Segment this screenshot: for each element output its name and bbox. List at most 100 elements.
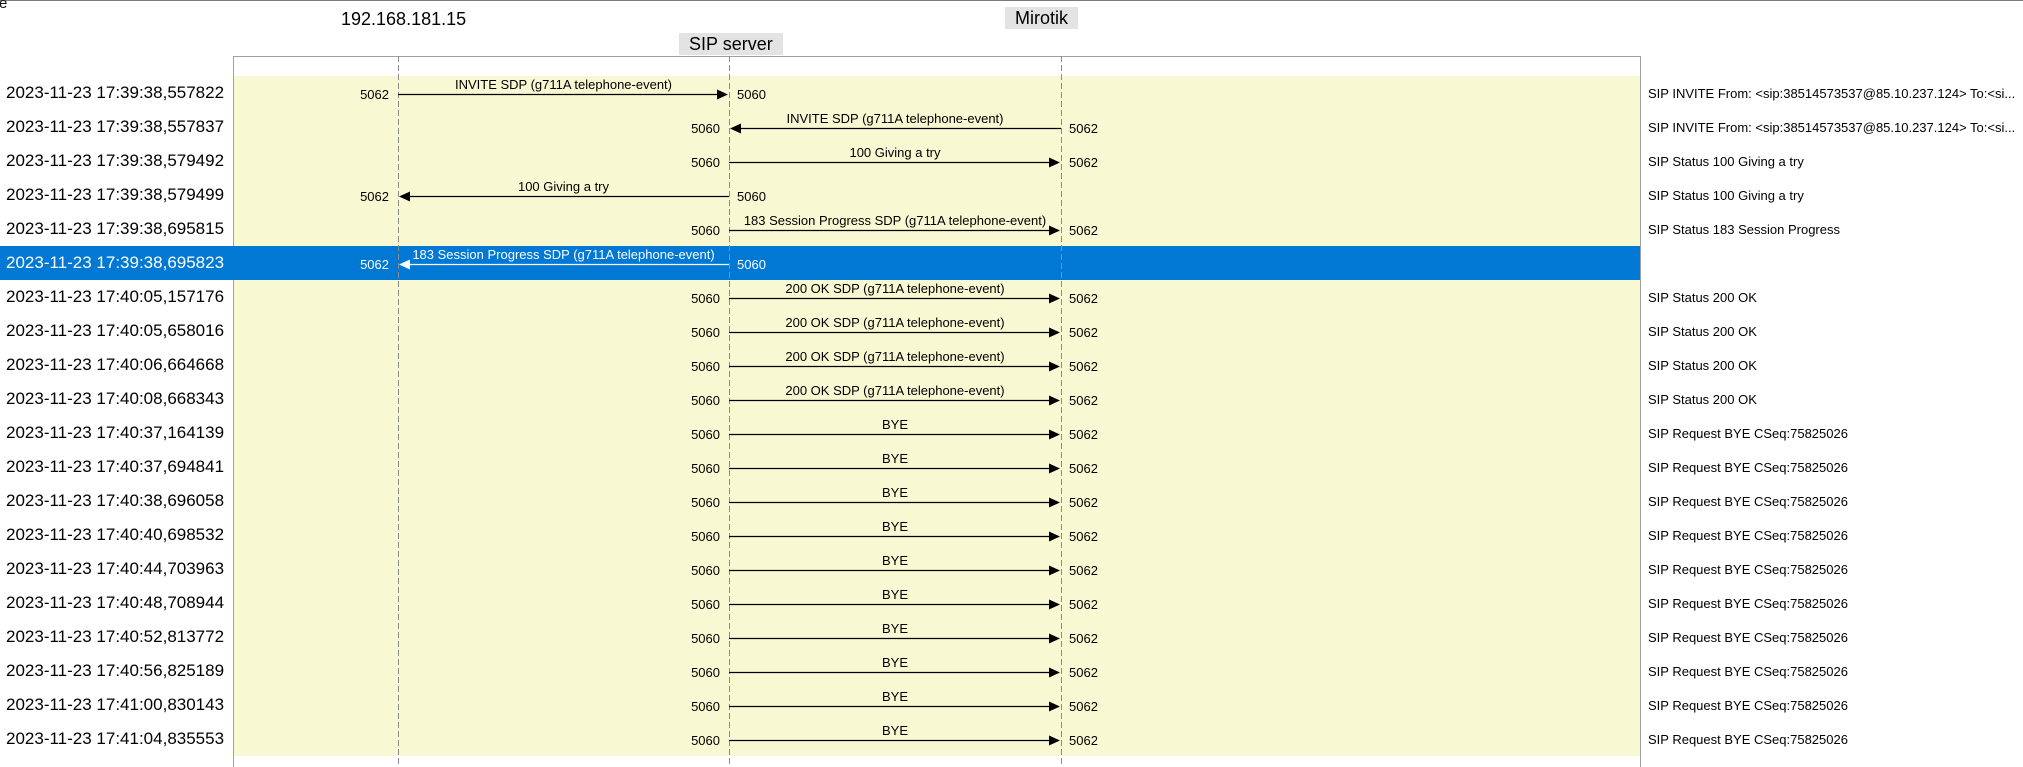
flow-source-port: 5060 [691, 325, 720, 340]
flow-comment: SIP INVITE From: <sip:38514573537@85.10.… [1648, 120, 2015, 135]
flow-destination-port: 5062 [1069, 529, 1098, 544]
flow-message-label: INVITE SDP (g711A telephone-event) [786, 111, 1003, 126]
flow-time: 2023-11-23 17:39:38,579499 [6, 185, 224, 204]
flow-time: 2023-11-23 17:40:37,164139 [6, 423, 224, 442]
flow-diagram[interactable]: 2023-11-23 17:39:38,557822 INVITE SDP (g7… [0, 0, 2023, 767]
flow-destination-port: 5062 [1069, 359, 1098, 374]
flow-sequence-window: e 192.168.181.15 SIP server Mirotik 2023… [0, 0, 2023, 767]
flow-comment: SIP Request BYE CSeq:75825026 [1648, 562, 1848, 577]
flow-destination-port: 5062 [1069, 495, 1098, 510]
flow-destination-port: 5060 [737, 87, 766, 102]
flow-time: 2023-11-23 17:39:38,557822 [6, 83, 224, 102]
flow-comment: SIP Status 183 Session Progress [1648, 222, 1840, 237]
flow-message-label: 183 Session Progress SDP (g711A telephon… [412, 247, 714, 262]
flow-time: 2023-11-23 17:40:06,664668 [6, 355, 224, 374]
flow-source-port: 5062 [1069, 121, 1098, 136]
flow-comment: SIP Status 200 OK [1648, 392, 1757, 407]
flow-time: 2023-11-23 17:39:38,695815 [6, 219, 224, 238]
flow-destination-port: 5062 [1069, 563, 1098, 578]
flow-destination-port: 5062 [1069, 665, 1098, 680]
selected-row-highlight [0, 246, 1640, 280]
flow-time: 2023-11-23 17:41:00,830143 [6, 695, 224, 714]
flow-message-label: BYE [882, 485, 908, 500]
row-backgrounds [0, 76, 1640, 756]
flow-time: 2023-11-23 17:39:38,579492 [6, 151, 224, 170]
flow-message-label: BYE [882, 553, 908, 568]
flow-source-port: 5060 [691, 393, 720, 408]
flow-time: 2023-11-23 17:41:04,835553 [6, 729, 224, 748]
flow-comment: SIP Request BYE CSeq:75825026 [1648, 732, 1848, 747]
flow-time: 2023-11-23 17:40:37,694841 [6, 457, 224, 476]
flow-source-port: 5060 [691, 563, 720, 578]
flow-message-label: 200 OK SDP (g711A telephone-event) [785, 315, 1004, 330]
flow-message-label: 100 Giving a try [518, 179, 610, 194]
flow-comment: SIP Request BYE CSeq:75825026 [1648, 664, 1848, 679]
flow-source-port: 5060 [691, 461, 720, 476]
flow-message-label: BYE [882, 621, 908, 636]
flow-source-port: 5060 [691, 223, 720, 238]
flow-source-port: 5060 [691, 529, 720, 544]
flow-source-port: 5060 [691, 427, 720, 442]
flow-time: 2023-11-23 17:39:38,695823 [6, 253, 224, 272]
flow-destination-port: 5062 [1069, 461, 1098, 476]
flow-comment: SIP Status 200 OK [1648, 290, 1757, 305]
flow-comment: SIP Request BYE CSeq:75825026 [1648, 630, 1848, 645]
flow-time: 2023-11-23 17:40:38,696058 [6, 491, 224, 510]
flow-source-port: 5060 [737, 189, 766, 204]
flow-time: 2023-11-23 17:40:05,658016 [6, 321, 224, 340]
flow-destination-port: 5062 [1069, 223, 1098, 238]
rows-background [234, 76, 1640, 756]
flow-message-label: BYE [882, 417, 908, 432]
flow-comment: SIP Status 100 Giving a try [1648, 188, 1804, 203]
flow-time: 2023-11-23 17:40:08,668343 [6, 389, 224, 408]
flow-source-port: 5060 [691, 291, 720, 306]
flow-comment: SIP Status 100 Giving a try [1648, 154, 1804, 169]
flow-message-label: 100 Giving a try [849, 145, 941, 160]
flow-message-label: 200 OK SDP (g711A telephone-event) [785, 349, 1004, 364]
flow-source-port: 5060 [691, 733, 720, 748]
flow-source-port: 5060 [737, 257, 766, 272]
flow-message-label: INVITE SDP (g711A telephone-event) [455, 77, 672, 92]
flow-message-label: 200 OK SDP (g711A telephone-event) [785, 383, 1004, 398]
flow-time: 2023-11-23 17:40:48,708944 [6, 593, 224, 612]
flow-source-port: 5060 [691, 359, 720, 374]
flow-comment: SIP INVITE From: <sip:38514573537@85.10.… [1648, 86, 2015, 101]
flow-time: 2023-11-23 17:40:44,703963 [6, 559, 224, 578]
flow-message-label: 200 OK SDP (g711A telephone-event) [785, 281, 1004, 296]
flow-source-port: 5060 [691, 665, 720, 680]
flow-destination-port: 5062 [1069, 699, 1098, 714]
flow-source-port: 5062 [360, 87, 389, 102]
flow-destination-port: 5062 [1069, 155, 1098, 170]
flow-time: 2023-11-23 17:40:52,813772 [6, 627, 224, 646]
flow-destination-port: 5062 [1069, 597, 1098, 612]
flow-comment: SIP Request BYE CSeq:75825026 [1648, 596, 1848, 611]
flow-source-port: 5060 [691, 495, 720, 510]
flow-comment: SIP Request BYE CSeq:75825026 [1648, 494, 1848, 509]
flow-message-label: BYE [882, 723, 908, 738]
flow-comment: SIP Request BYE CSeq:75825026 [1648, 698, 1848, 713]
flow-destination-port: 5062 [1069, 427, 1098, 442]
flow-destination-port: 5060 [691, 121, 720, 136]
flow-message-label: BYE [882, 689, 908, 704]
flow-destination-port: 5062 [360, 189, 389, 204]
flow-destination-port: 5062 [360, 257, 389, 272]
flow-destination-port: 5062 [1069, 325, 1098, 340]
flow-comment: SIP Status 200 OK [1648, 358, 1757, 373]
flow-message-label: BYE [882, 519, 908, 534]
flow-source-port: 5060 [691, 631, 720, 646]
flow-destination-port: 5062 [1069, 733, 1098, 748]
flow-time: 2023-11-23 17:39:38,557837 [6, 117, 224, 136]
flow-message-label: BYE [882, 451, 908, 466]
flow-source-port: 5060 [691, 699, 720, 714]
flow-destination-port: 5062 [1069, 291, 1098, 306]
flow-comment: SIP Status 200 OK [1648, 324, 1757, 339]
flow-time: 2023-11-23 17:40:40,698532 [6, 525, 224, 544]
flow-message-label: 183 Session Progress SDP (g711A telephon… [744, 213, 1046, 228]
flow-message-label: BYE [882, 587, 908, 602]
flow-comment: SIP Request BYE CSeq:75825026 [1648, 460, 1848, 475]
flow-time: 2023-11-23 17:40:56,825189 [6, 661, 224, 680]
flow-comment: SIP Request BYE CSeq:75825026 [1648, 426, 1848, 441]
flow-comment: SIP Request BYE CSeq:75825026 [1648, 528, 1848, 543]
flow-source-port: 5060 [691, 155, 720, 170]
flow-source-port: 5060 [691, 597, 720, 612]
